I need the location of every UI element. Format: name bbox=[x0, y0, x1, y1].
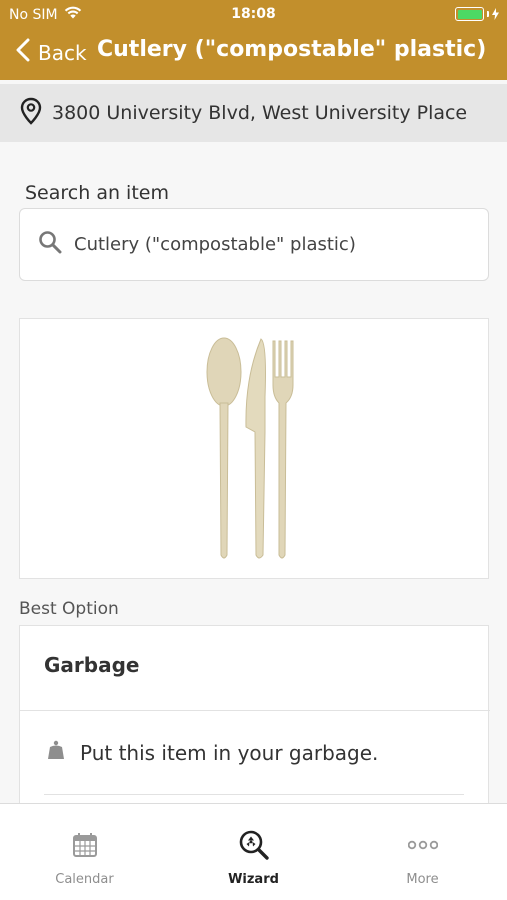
location-bar[interactable]: 3800 University Blvd, West University Pl… bbox=[0, 84, 507, 142]
search-label: Search an item bbox=[25, 182, 169, 204]
status-bar: No SIM 18:08 bbox=[0, 0, 507, 28]
tab-calendar[interactable]: Calendar bbox=[0, 804, 169, 900]
tab-wizard[interactable]: Wizard bbox=[169, 804, 338, 900]
instruction-text: Put this item in your garbage. bbox=[80, 740, 379, 765]
map-pin-icon bbox=[20, 97, 42, 130]
search-icon bbox=[38, 230, 62, 259]
best-option-card: Garbage Put this item in your garbage. bbox=[19, 625, 490, 825]
search-field[interactable] bbox=[19, 208, 489, 281]
tab-label: Calendar bbox=[55, 872, 114, 887]
status-time: 18:08 bbox=[231, 6, 276, 22]
garbage-bin-icon bbox=[44, 738, 68, 767]
divider bbox=[44, 794, 464, 795]
top-bar: No SIM 18:08 Back Cutlery ("compostable"… bbox=[0, 0, 507, 80]
tab-bar: Calendar Wizard More bbox=[0, 803, 507, 900]
chevron-left-icon bbox=[16, 38, 30, 67]
tab-label: More bbox=[406, 872, 439, 887]
navigation-bar: Back Cutlery ("compostable" plastic) bbox=[0, 30, 507, 74]
back-label: Back bbox=[38, 40, 87, 65]
best-option-label: Best Option bbox=[19, 599, 119, 619]
more-icon bbox=[407, 828, 438, 862]
tab-more[interactable]: More bbox=[338, 804, 507, 900]
option-instruction: Put this item in your garbage. bbox=[44, 738, 378, 767]
back-button[interactable]: Back bbox=[16, 38, 87, 67]
page-title: Cutlery ("compostable" plastic) bbox=[97, 37, 487, 62]
wizard-search-icon bbox=[238, 828, 270, 862]
item-image-card bbox=[19, 318, 489, 579]
cutlery-image bbox=[206, 337, 294, 559]
search-input[interactable] bbox=[74, 234, 464, 255]
battery-icon bbox=[455, 7, 499, 21]
location-address: 3800 University Blvd, West University Pl… bbox=[52, 102, 468, 124]
divider bbox=[20, 710, 490, 711]
option-title: Garbage bbox=[44, 653, 140, 677]
tab-label: Wizard bbox=[228, 872, 279, 887]
calendar-icon bbox=[72, 828, 98, 862]
